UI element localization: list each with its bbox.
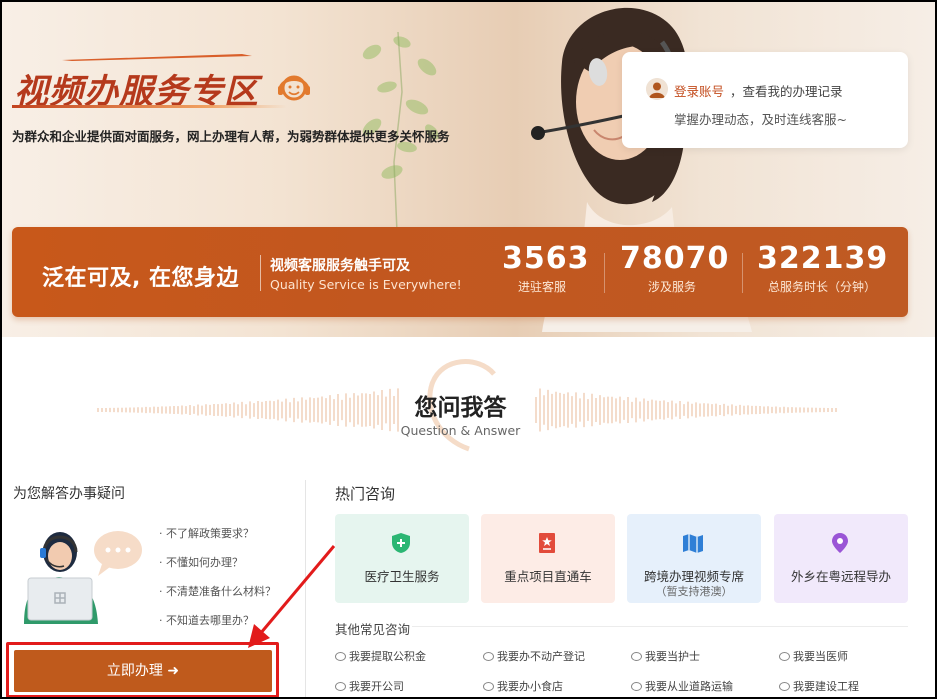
banner-tagline: 视频客服服务触手可及 [270, 258, 410, 274]
document-star-icon [539, 533, 555, 553]
hero-section: 视频办服务专区 为群众和企业提供面对面服务，网上办理有人帮，为弱势群体提供更多关… [2, 2, 935, 337]
other-consult-divider [412, 626, 908, 627]
hot-card-label: 重点项目直通车 [504, 569, 592, 584]
headset-icon [278, 75, 310, 101]
stat-divider [742, 253, 743, 293]
hot-card-sublabel: （暂支持港澳） [655, 585, 733, 598]
other-consult-item[interactable]: 我要办小食店 [483, 678, 563, 694]
stat-value: 3563 [502, 241, 590, 276]
hero-subtitle: 为群众和企业提供面对面服务，网上办理有人帮，为弱势群体提供更多关怀服务 [12, 129, 450, 144]
other-consult-label: 我要从业道路运输 [645, 680, 733, 693]
hot-card-medical[interactable]: 医疗卫生服务 [335, 514, 469, 603]
title-ribbon-decoration [62, 54, 252, 61]
banner-slogan: 泛在可及, 在您身边 [42, 266, 240, 291]
banner-tagline-en: Quality Service is Everywhere! [270, 277, 462, 292]
other-consult-item[interactable]: 我要建设工程 [779, 678, 859, 694]
chat-bubble-icon [779, 652, 790, 661]
apply-now-button[interactable]: 立即办理 ➜ [14, 650, 272, 692]
annotation-arrow [248, 545, 336, 648]
page-frame: 视频办服务专区 为群众和企业提供面对面服务，网上办理有人帮，为弱势群体提供更多关… [0, 0, 937, 699]
other-consult-item[interactable]: 我要从业道路运输 [631, 678, 733, 694]
banner-divider [260, 255, 261, 291]
title-underline [12, 105, 287, 108]
login-link[interactable]: 登录账号 [674, 81, 724, 100]
other-consult-title: 其他常见咨询 [335, 622, 411, 637]
qa-section-subtitle: Question & Answer [400, 423, 521, 438]
other-consult-item[interactable]: 我要提取公积金 [335, 648, 426, 664]
hot-card-key-projects[interactable]: 重点项目直通车 [481, 514, 615, 603]
hot-card-label: 医疗卫生服务 [364, 569, 440, 584]
other-consult-label: 我要当医师 [793, 650, 848, 663]
user-avatar-icon [646, 78, 668, 100]
stat-divider [604, 253, 605, 293]
chat-bubble-icon [631, 682, 642, 691]
other-consult-label: 我要开公司 [349, 680, 404, 693]
map-icon [683, 534, 703, 553]
qa-section-title: 您问我答 [414, 395, 507, 421]
chat-bubble-icon [335, 682, 346, 691]
chat-bubble-icon [631, 652, 642, 661]
hot-card-label: 外乡在粤远程导办 [790, 569, 891, 584]
help-section-title: 为您解答办事疑问 [13, 486, 125, 502]
hot-card-remote-guide[interactable]: 外乡在粤远程导办 [774, 514, 908, 603]
hot-card-cross-border[interactable]: 跨境办理视频专席 （暂支持港澳） [627, 514, 761, 603]
location-pin-icon [832, 533, 848, 553]
login-description: 掌握办理动态，及时连线客服~ [674, 112, 847, 127]
stat-services: 78070 涉及服务 [620, 241, 730, 295]
shield-plus-icon [392, 533, 410, 553]
other-consult-item[interactable]: 我要办不动产登记 [483, 648, 585, 664]
helper-agent-illustration [24, 531, 142, 624]
plant-decoration [362, 31, 439, 232]
other-consult-label: 我要办不动产登记 [497, 650, 585, 663]
stat-label: 总服务时长（分钟） [767, 280, 876, 294]
stat-label: 进驻客服 [517, 280, 566, 294]
stat-value: 322139 [757, 241, 889, 276]
stat-value: 78070 [620, 241, 730, 276]
other-consult-item[interactable]: 我要当医师 [779, 648, 848, 664]
stat-label: 涉及服务 [647, 280, 696, 294]
hot-consult-title: 热门咨询 [335, 485, 396, 503]
stat-service-time: 322139 总服务时长（分钟） [757, 241, 887, 295]
other-consult-label: 我要提取公积金 [349, 650, 426, 663]
login-card: 登录账号 ，查看我的办理记录 掌握办理动态，及时连线客服~ [622, 52, 908, 148]
chat-bubble-icon [483, 652, 494, 661]
other-consult-item[interactable]: 我要当护士 [631, 648, 700, 664]
other-consult-label: 我要当护士 [645, 650, 700, 663]
other-consult-label: 我要办小食店 [497, 680, 563, 693]
chat-bubble-icon [779, 682, 790, 691]
other-consult-item[interactable]: 我要开公司 [335, 678, 404, 694]
other-consult-label: 我要建设工程 [793, 680, 859, 693]
stat-agents: 3563 进驻客服 [502, 241, 590, 295]
login-link-rest: ，查看我的办理记录 [730, 84, 843, 99]
chat-bubble-icon [483, 682, 494, 691]
stats-banner: 泛在可及, 在您身边 视频客服服务触手可及 Quality Service is… [12, 227, 908, 317]
chat-bubble-icon [335, 652, 346, 661]
